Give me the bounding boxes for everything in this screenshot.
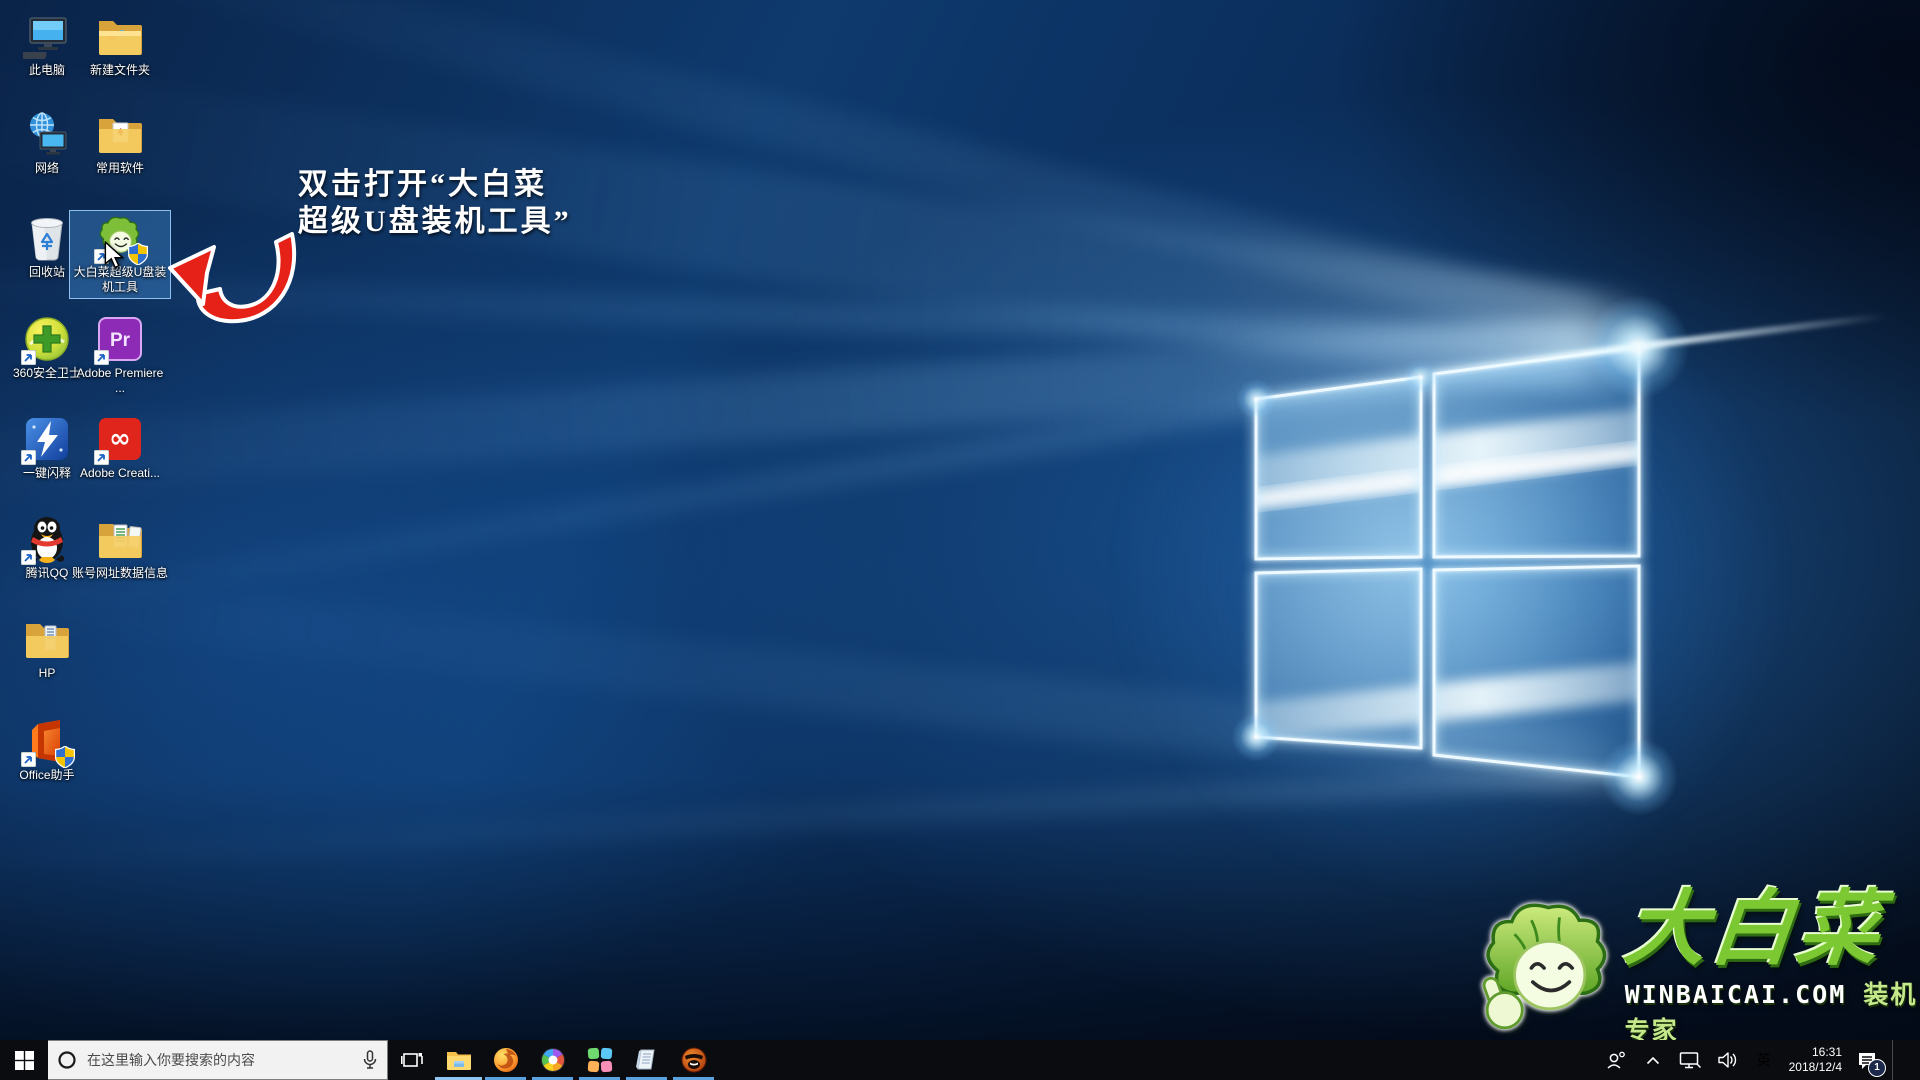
icon-label: 此电脑 — [29, 63, 65, 78]
desktop-icon-office-assistant[interactable]: Office助手 — [6, 714, 88, 786]
premiere-icon: Pr — [96, 315, 144, 363]
icon-label: 一键闪释 — [23, 466, 71, 481]
input-language-label: 英 — [1757, 1050, 1771, 1070]
creative-cloud-icon: ∞ — [96, 415, 144, 463]
icon-label: 新建文件夹 — [90, 63, 150, 78]
desktop-icon-adobe-creative-cloud[interactable]: ∞ Adobe Creati... — [70, 412, 170, 484]
file-explorer-icon — [446, 1049, 472, 1071]
taskbar-notepad[interactable] — [623, 1040, 670, 1080]
recycle-bin-icon — [23, 214, 71, 262]
people-icon — [1606, 1051, 1626, 1069]
tray-expand-button[interactable] — [1641, 1040, 1665, 1080]
icon-label: HP — [39, 666, 56, 681]
browser-colorwheel-icon — [540, 1047, 566, 1073]
taskbar-colorwheel-browser[interactable] — [529, 1040, 576, 1080]
dabaicai-cabbage-icon — [96, 214, 144, 262]
volume-icon — [1717, 1051, 1737, 1069]
media-player-face-icon — [681, 1047, 707, 1073]
taskbar-search-box[interactable] — [48, 1040, 388, 1080]
taskbar-firefox[interactable] — [482, 1040, 529, 1080]
icon-label: Adobe Creati... — [80, 466, 160, 481]
desktop-icon-adobe-premiere[interactable]: Pr Adobe Premiere ... — [70, 312, 170, 399]
windows-desktop: 大白菜 WINBAICAI.COM 装机专家 此电脑 — [0, 0, 1920, 1080]
cortana-circle-icon — [58, 1051, 76, 1069]
network-display-icon — [1679, 1051, 1701, 1069]
folder-icon — [96, 110, 144, 158]
icon-label: Office助手 — [19, 768, 74, 783]
office-icon — [23, 717, 71, 765]
taskbar-four-squares-app[interactable] — [576, 1040, 623, 1080]
desktop-icon-dabaicai-usb-tool[interactable]: 大白菜超级U盘装机工具 — [70, 211, 170, 298]
system-tray: 英 16:31 2018/12/4 1 — [1604, 1040, 1920, 1080]
notepad-icon — [635, 1048, 659, 1072]
taskbar-media-player[interactable] — [670, 1040, 717, 1080]
clock-date: 2018/12/4 — [1789, 1060, 1842, 1075]
taskbar: 英 16:31 2018/12/4 1 — [0, 1040, 1920, 1080]
icon-label: 账号网址数据信息 — [72, 566, 168, 581]
folder-icon — [96, 12, 144, 60]
clock-time: 16:31 — [1812, 1045, 1842, 1060]
microphone-icon[interactable] — [363, 1050, 377, 1070]
desktop-icon-common-software[interactable]: 常用软件 — [70, 107, 170, 179]
four-squares-app-icon — [587, 1047, 613, 1073]
360-safeguard-icon — [23, 315, 71, 363]
network-icon — [23, 110, 71, 158]
instruction-annotation: 双击打开“大白菜 超级U盘装机工具” — [298, 166, 572, 240]
icon-label: 大白菜超级U盘装机工具 — [72, 265, 168, 295]
qq-penguin-icon — [23, 515, 71, 563]
search-input[interactable] — [85, 1051, 354, 1069]
start-button[interactable] — [0, 1040, 48, 1080]
icon-label: Adobe Premiere ... — [72, 366, 168, 396]
folder-documents-icon — [96, 515, 144, 563]
notification-badge: 1 — [1868, 1059, 1886, 1077]
desktop-icon-account-url-data[interactable]: 账号网址数据信息 — [70, 512, 170, 584]
desktop-icon-hp-folder[interactable]: HP — [6, 612, 88, 684]
icon-label: 回收站 — [29, 265, 65, 280]
chevron-up-icon — [1646, 1056, 1660, 1065]
svg-text:Pr: Pr — [110, 330, 131, 351]
this-pc-icon — [23, 12, 71, 60]
lightning-app-icon — [23, 415, 71, 463]
network-status-button[interactable] — [1678, 1040, 1702, 1080]
icon-label: 腾讯QQ — [26, 566, 69, 581]
show-desktop-button[interactable] — [1892, 1040, 1916, 1080]
action-center-button[interactable]: 1 — [1855, 1040, 1879, 1080]
desktop-icon-new-folder[interactable]: 新建文件夹 — [70, 9, 170, 81]
folder-icon — [23, 615, 71, 663]
wallpaper-background — [0, 0, 1920, 1080]
task-view-icon — [401, 1050, 423, 1070]
windows-start-icon — [15, 1051, 34, 1070]
icon-label: 常用软件 — [96, 161, 144, 176]
annotation-line1: 双击打开“大白菜 — [298, 166, 572, 203]
taskbar-file-explorer[interactable] — [435, 1040, 482, 1080]
task-view-button[interactable] — [388, 1040, 435, 1080]
taskbar-clock[interactable]: 16:31 2018/12/4 — [1789, 1045, 1842, 1075]
volume-button[interactable] — [1715, 1040, 1739, 1080]
people-button[interactable] — [1604, 1040, 1628, 1080]
icon-label: 网络 — [35, 161, 59, 176]
input-language-button[interactable]: 英 — [1752, 1040, 1776, 1080]
svg-text:∞: ∞ — [109, 424, 131, 454]
annotation-line2: 超级U盘装机工具” — [298, 203, 572, 240]
firefox-icon — [493, 1047, 519, 1073]
